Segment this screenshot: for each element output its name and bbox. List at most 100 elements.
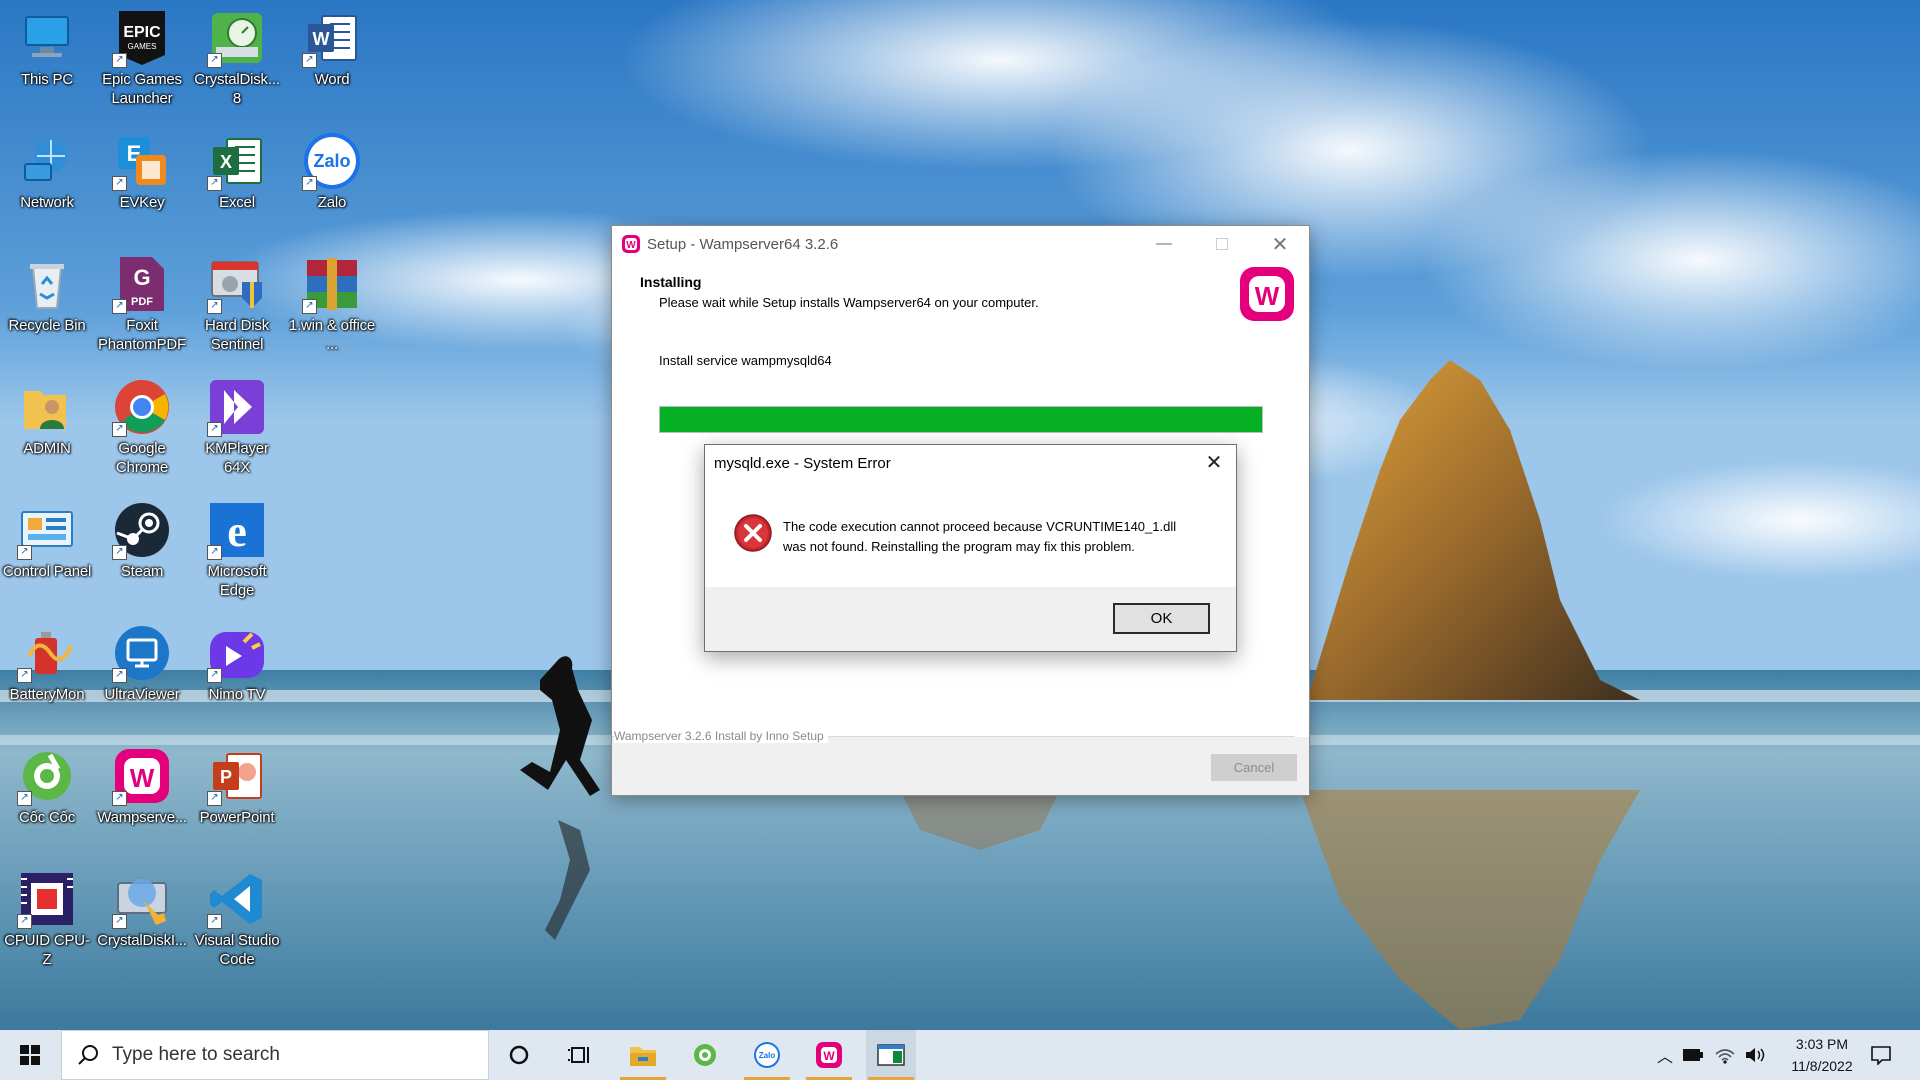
zalo-icon: Zalo ↗: [302, 131, 362, 191]
shortcut-arrow-icon: ↗: [17, 791, 32, 806]
svg-text:W: W: [626, 240, 636, 251]
desktop-icon-label: Wampserve...: [97, 809, 187, 826]
taskbar-wampserver[interactable]: W: [804, 1030, 854, 1080]
desktop-icon-label: CrystalDiskI...: [97, 932, 187, 949]
kmplayer-icon: ↗: [207, 377, 267, 437]
search-icon: [78, 1045, 98, 1065]
desktop-icon-winrar[interactable]: ↗ 1.win & office ...: [286, 254, 378, 354]
winrar-icon: ↗: [302, 254, 362, 314]
desktop-icon-label: CrystalDisk... 8: [194, 71, 280, 107]
wampserver-icon: W: [816, 1042, 842, 1068]
shortcut-arrow-icon: ↗: [112, 545, 127, 560]
desktop-icon-chrome[interactable]: ↗ Google Chrome: [96, 377, 188, 477]
close-icon: ✕: [1205, 451, 1223, 474]
desktop-icon-wampserver[interactable]: W ↗ Wampserve...: [96, 746, 188, 827]
wampserver-icon: W: [622, 235, 640, 253]
word-icon: W ↗: [302, 8, 362, 68]
desktop-icon-crystaldiskinfo[interactable]: ↗ CrystalDiskI...: [96, 869, 188, 950]
error-close-button[interactable]: ✕: [1192, 445, 1236, 479]
taskbar-clock[interactable]: 3:03 PM 11/8/2022: [1772, 1033, 1872, 1077]
shortcut-arrow-icon: ↗: [207, 422, 222, 437]
desktop-icon-foxit[interactable]: G PDF ↗ Foxit PhantomPDF: [96, 254, 188, 354]
desktop-icon-network[interactable]: Network: [1, 131, 93, 212]
maximize-icon: [1216, 238, 1228, 250]
cancel-button[interactable]: Cancel: [1211, 754, 1297, 781]
network-tray-button[interactable]: [1714, 1045, 1736, 1065]
desktop-icon-edge[interactable]: e ↗ Microsoft Edge: [191, 500, 283, 600]
desktop-icon-this-pc[interactable]: This PC: [1, 8, 93, 89]
shortcut-arrow-icon: ↗: [302, 53, 317, 68]
crystaldiskinfo-icon: ↗: [112, 869, 172, 929]
shortcut-arrow-icon: ↗: [112, 53, 127, 68]
wifi-icon: [1715, 1049, 1735, 1064]
desktop-icon-label: CPUID CPU-Z: [4, 932, 90, 968]
desktop-icon-epic-games[interactable]: EPIC GAMES ↗ Epic Games Launcher: [96, 8, 188, 108]
install-status-text: Install service wampmysqld64: [659, 353, 832, 368]
taskbar-search-box[interactable]: Type here to search: [61, 1030, 489, 1080]
recycle-bin-icon: [17, 254, 77, 314]
svg-text:GAMES: GAMES: [128, 42, 157, 51]
setup-window-title: Setup - Wampserver64 3.2.6: [647, 235, 839, 253]
minimize-button[interactable]: —: [1135, 226, 1193, 262]
desktop-icon-ultraviewer[interactable]: ↗ UltraViewer: [96, 623, 188, 704]
coccoc-icon: [694, 1044, 716, 1066]
system-error-dialog: mysqld.exe - System Error ✕ The code exe…: [704, 444, 1237, 652]
desktop-icon-evkey[interactable]: E ↗ EVKey: [96, 131, 188, 212]
desktop-icon-label: Google Chrome: [115, 440, 169, 476]
task-view-button[interactable]: [555, 1030, 605, 1080]
shortcut-arrow-icon: ↗: [17, 545, 32, 560]
coccoc-icon: ↗: [17, 746, 77, 806]
battery-tray-button[interactable]: [1682, 1045, 1704, 1065]
taskbar-setup-window[interactable]: [866, 1030, 916, 1080]
desktop-icon-label: EVKey: [119, 194, 165, 211]
desktop-icon-batterymon[interactable]: ↗ BatteryMon: [1, 623, 93, 704]
shortcut-arrow-icon: ↗: [302, 176, 317, 191]
setup-titlebar[interactable]: W Setup - Wampserver64 3.2.6 — ✕: [612, 226, 1309, 262]
notifications-button[interactable]: [1868, 1045, 1894, 1065]
windows-logo-icon: [20, 1045, 40, 1065]
desktop-icon-excel[interactable]: X ↗ Excel: [191, 131, 283, 212]
desktop-icon-recycle-bin[interactable]: Recycle Bin: [1, 254, 93, 335]
chrome-icon: ↗: [112, 377, 172, 437]
desktop-icon-coccoc[interactable]: ↗ Cốc Cốc: [1, 746, 93, 827]
speaker-icon: [1746, 1048, 1765, 1062]
powerpoint-icon: P ↗: [207, 746, 267, 806]
desktop-icon-nimo-tv[interactable]: ↗ Nimo TV: [191, 623, 283, 704]
ultraviewer-icon: ↗: [112, 623, 172, 683]
maximize-button[interactable]: [1193, 226, 1251, 262]
shortcut-arrow-icon: ↗: [207, 914, 222, 929]
show-hidden-icons-button[interactable]: ︿: [1654, 1045, 1676, 1066]
cortana-button[interactable]: [494, 1030, 544, 1080]
cpuz-icon: ↗: [17, 869, 77, 929]
desktop-icon-word[interactable]: W ↗ Word: [286, 8, 378, 89]
desktop-icon-powerpoint[interactable]: P ↗ PowerPoint: [191, 746, 283, 827]
desktop-icon-label: ADMIN: [23, 440, 71, 457]
desktop-icon-cpuz[interactable]: ↗ CPUID CPU-Z: [1, 869, 93, 969]
desktop-icon-steam[interactable]: ↗ Steam: [96, 500, 188, 581]
desktop-icon-kmplayer[interactable]: ↗ KMPlayer 64X: [191, 377, 283, 477]
volume-tray-button[interactable]: [1744, 1045, 1766, 1065]
desktop-icon-vscode[interactable]: ↗ Visual Studio Code: [191, 869, 283, 969]
error-message: The code execution cannot proceed becaus…: [783, 517, 1213, 557]
error-message-line: The code execution cannot proceed becaus…: [783, 519, 1177, 534]
desktop-icon-label: KMPlayer 64X: [205, 440, 269, 476]
desktop-icon-control-panel[interactable]: ↗ Control Panel: [1, 500, 93, 581]
desktop-icon-crystaldisk-8[interactable]: ↗ CrystalDisk... 8: [191, 8, 283, 108]
start-button[interactable]: [0, 1030, 60, 1080]
desktop-icon-label: Cốc Cốc: [18, 809, 76, 826]
desktop-icon-zalo[interactable]: Zalo ↗ Zalo: [286, 131, 378, 212]
desktop-icon-admin[interactable]: ADMIN: [1, 377, 93, 458]
desktop-icon-label: Hard Disk Sentinel: [204, 317, 270, 353]
taskbar-file-explorer[interactable]: [618, 1030, 668, 1080]
ok-button[interactable]: OK: [1113, 603, 1210, 634]
shortcut-arrow-icon: ↗: [112, 176, 127, 191]
svg-text:G: G: [133, 265, 150, 290]
taskbar-coccoc[interactable]: [680, 1030, 730, 1080]
user-folder-icon: [17, 377, 77, 437]
taskbar-zalo[interactable]: Zalo: [742, 1030, 792, 1080]
svg-text:W: W: [313, 29, 330, 49]
desktop-icon-hard-disk-sentinel[interactable]: ↗ Hard Disk Sentinel: [191, 254, 283, 354]
close-button[interactable]: ✕: [1251, 226, 1309, 262]
progress-fill: [660, 407, 1262, 432]
evkey-icon: E ↗: [112, 131, 172, 191]
